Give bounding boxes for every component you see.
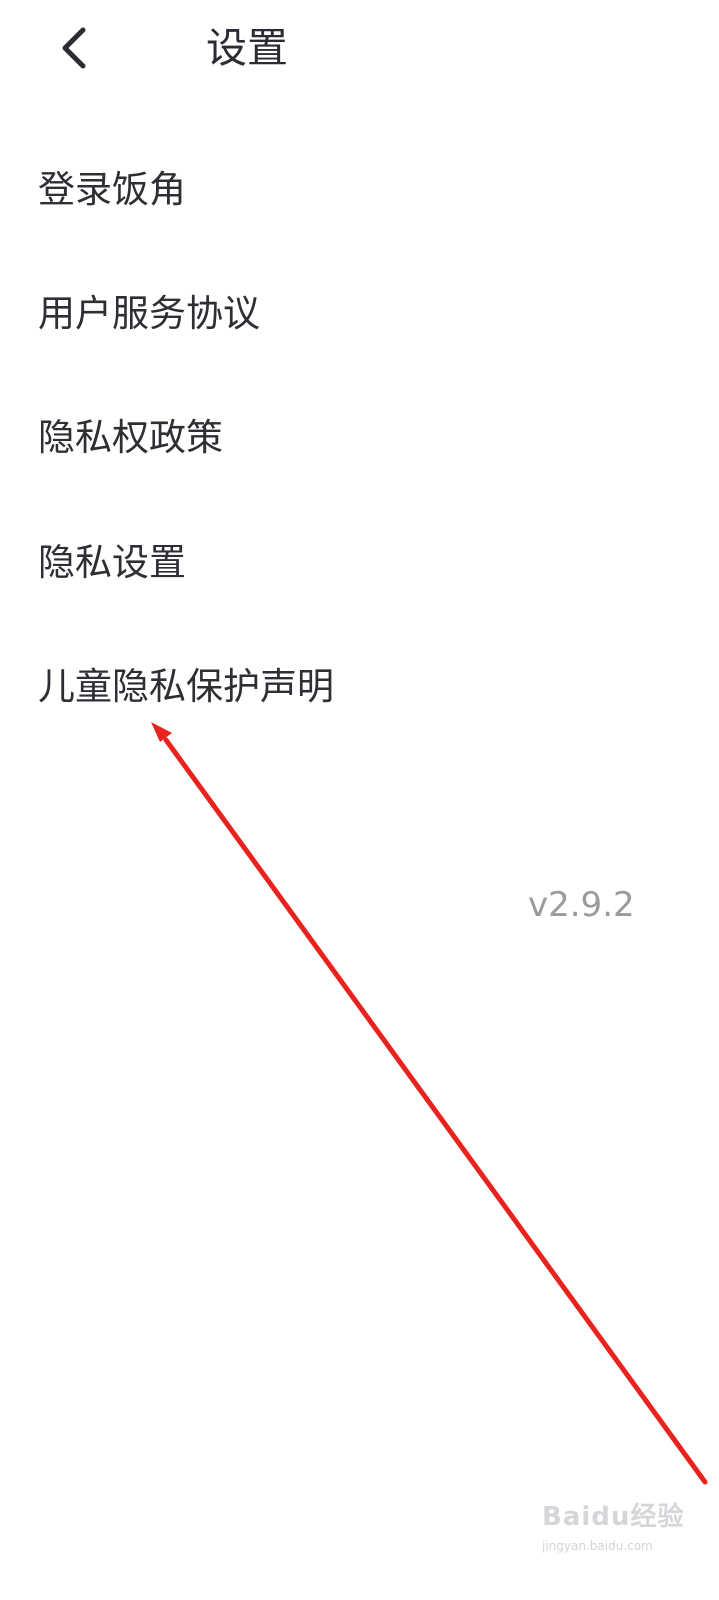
annotation-arrow-shaft: [163, 737, 708, 1485]
back-button[interactable]: [44, 20, 104, 76]
watermark-url: jingyan.baidu.com: [542, 1539, 653, 1553]
annotation-arrow-head: [151, 722, 172, 742]
page-title: 设置: [206, 24, 288, 72]
menu-item-privacy-settings[interactable]: 隐私设置: [38, 538, 186, 588]
watermark-logo: Baidu经验: [542, 1502, 685, 1532]
watermark: Baidu经验 jingyan.baidu.com: [540, 1490, 710, 1570]
menu-item-children-privacy[interactable]: 儿童隐私保护声明: [38, 662, 334, 712]
version-label: v2.9.2: [528, 885, 635, 925]
chevron-left-icon: [62, 27, 86, 69]
settings-screen: 设置 登录饭角 用户服务协议 隐私权政策 隐私设置 儿童隐私保护声明 v2.9.…: [0, 0, 719, 1600]
header-bar: 设置: [0, 0, 719, 100]
menu-item-privacy-policy[interactable]: 隐私权政策: [38, 413, 223, 463]
menu-item-user-agreement[interactable]: 用户服务协议: [38, 289, 260, 339]
annotation-arrow: [151, 722, 708, 1485]
menu-item-login[interactable]: 登录饭角: [38, 165, 186, 215]
